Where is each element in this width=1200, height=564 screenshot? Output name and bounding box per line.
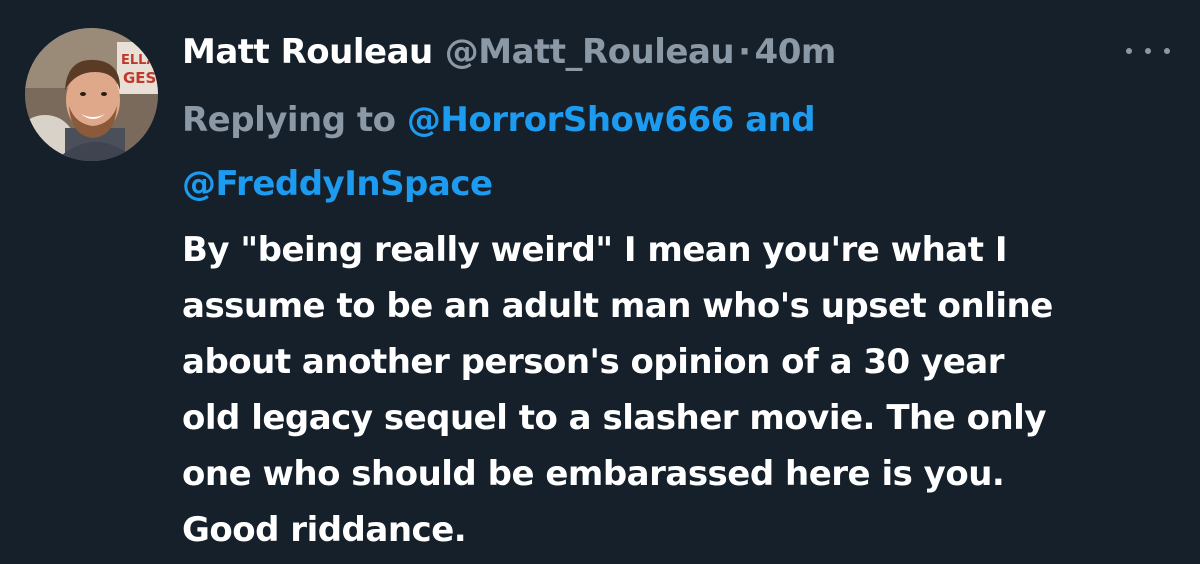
more-dot	[1126, 48, 1132, 54]
more-dot	[1164, 48, 1170, 54]
tweet-header: Matt Rouleau @Matt_Rouleau · 40m	[182, 30, 836, 74]
avatar[interactable]: ELLA GES	[25, 28, 158, 161]
avatar-sign-line-2: GES	[123, 69, 156, 87]
mention-conjunction: and	[745, 100, 816, 140]
mention-freddyinspace[interactable]: @FreddyInSpace	[182, 164, 493, 204]
separator-dot: ·	[738, 32, 751, 72]
replying-to-label: Replying to	[182, 100, 396, 140]
tweet-text: By "being really weird" I mean you're wh…	[182, 222, 1182, 558]
tweet-text-line: old legacy sequel to a slasher movie. Th…	[182, 398, 1047, 438]
avatar-photo: ELLA GES	[25, 28, 158, 161]
mention-horrorshow666[interactable]: @HorrorShow666	[407, 100, 734, 140]
tweet-text-line: assume to be an adult man who's upset on…	[182, 286, 1053, 326]
tweet-text-line: By "being really weird" I mean you're wh…	[182, 230, 1007, 270]
tweet-text-line: about another person's opinion of a 30 y…	[182, 342, 1004, 382]
more-dot	[1145, 48, 1151, 54]
more-options-icon[interactable]	[1126, 44, 1170, 58]
tweet-text-line: one who should be embarassed here is you…	[182, 454, 1005, 494]
author-display-name[interactable]: Matt Rouleau	[182, 30, 433, 74]
author-handle[interactable]: @Matt_Rouleau	[445, 30, 735, 74]
avatar-sign-line-1: ELLA	[121, 53, 157, 68]
tweet-text-line: Good riddance.	[182, 510, 467, 550]
tweet-timestamp[interactable]: 40m	[755, 30, 837, 74]
replying-to: Replying to @HorrorShow666 and @FreddyIn…	[182, 88, 1142, 216]
tweet[interactable]: ELLA GES Matt Rouleau @Matt_Rouleau · 40…	[0, 0, 1200, 564]
